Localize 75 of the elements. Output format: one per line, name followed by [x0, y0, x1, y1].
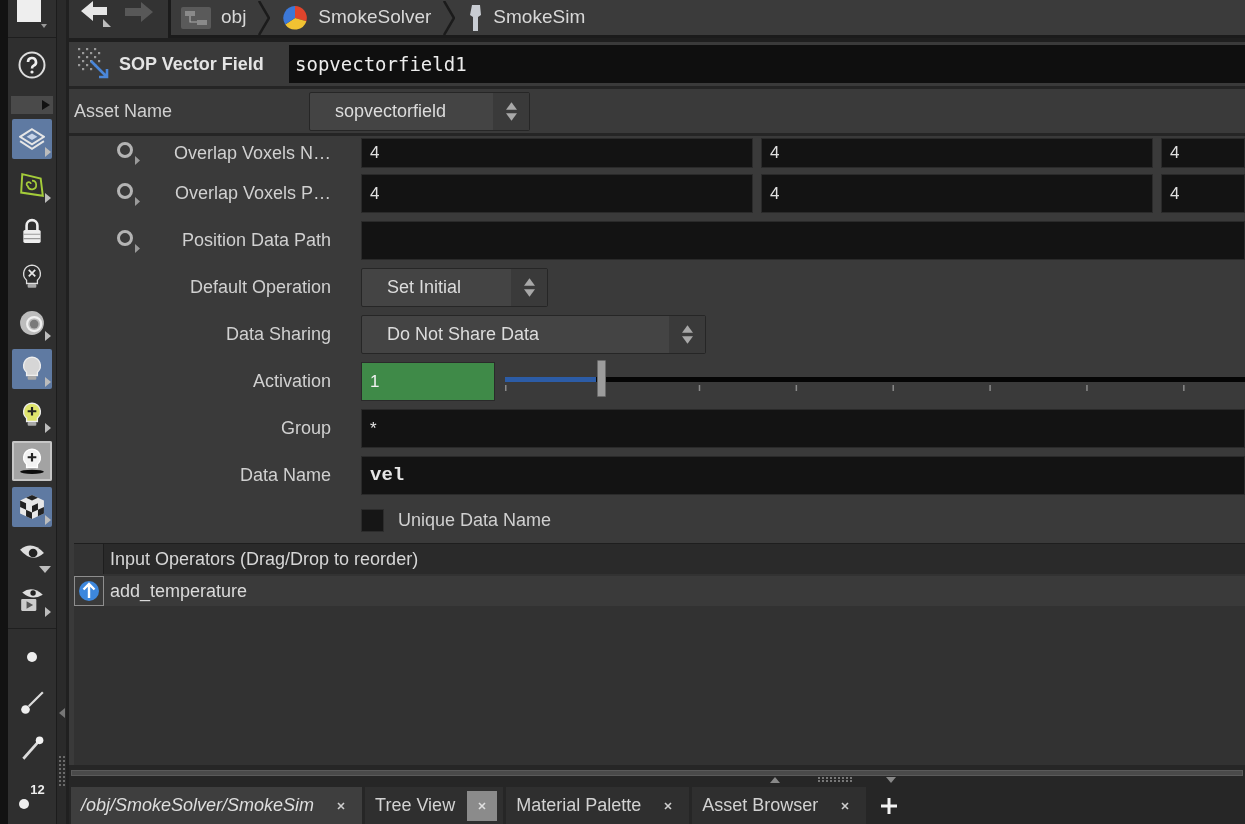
dots-arrow-icon [77, 47, 111, 81]
grip-icon[interactable] [58, 756, 65, 786]
close-icon [337, 801, 346, 810]
close-tab-button[interactable] [467, 790, 498, 821]
right-arrow-icon [125, 2, 153, 22]
slider-handle[interactable] [597, 359, 607, 397]
collapse-arrow-icon[interactable] [58, 708, 65, 718]
parameter-label: Overlap Voxels P… [173, 182, 331, 205]
number-field[interactable]: 4 [361, 174, 753, 213]
left-arrow-icon [81, 1, 111, 27]
node-name-field[interactable]: sopvectorfield1 [289, 45, 1245, 83]
up-down-arrows-icon [681, 325, 693, 344]
text-field[interactable] [361, 221, 1245, 260]
number-field[interactable]: 4 [761, 138, 1153, 168]
close-icon [478, 801, 487, 810]
number-field[interactable]: 4 [1161, 174, 1245, 213]
bulb-plus-icon [19, 448, 45, 474]
close-icon [664, 801, 673, 810]
dot-icon [27, 652, 37, 662]
tab[interactable]: /obj/SmokeSolver/SmokeSim [71, 787, 363, 824]
sphere-icon [19, 310, 45, 336]
operator-name: add_temperature [110, 579, 248, 604]
scroll-bar[interactable] [71, 770, 1243, 776]
layers-icon [19, 126, 45, 152]
ring-icon[interactable] [116, 181, 140, 206]
checkbox[interactable] [361, 508, 384, 532]
up-triangle-icon[interactable] [770, 776, 780, 783]
number-field[interactable]: 4 [761, 174, 1153, 213]
figure-icon [467, 4, 484, 31]
down-triangle-icon[interactable] [886, 776, 896, 783]
triangle-right-icon [42, 100, 50, 110]
checkbox-label: Unique Data Name [398, 508, 552, 532]
asset-name-label: Asset Name [73, 99, 174, 123]
parameter-label: Activation [251, 370, 331, 393]
ring-icon[interactable] [116, 141, 140, 165]
ring-icon[interactable] [116, 228, 140, 253]
number-field[interactable]: 4 [361, 138, 753, 168]
tab[interactable]: Material Palette [506, 787, 690, 824]
up-down-arrows-icon [523, 278, 535, 297]
node-type-label: SOP Vector Field [119, 52, 265, 76]
tool-button[interactable]: 12 [12, 775, 52, 815]
parameter-label: Group [279, 417, 331, 440]
tab[interactable]: Tree View [365, 787, 504, 824]
ball-icon [19, 799, 30, 809]
parameter-label: Default Operation [188, 276, 331, 299]
tool-button[interactable] [12, 487, 52, 527]
path-crumb[interactable]: SmokeSim [467, 0, 586, 35]
path-crumb[interactable]: obj [181, 0, 247, 35]
path-crumb[interactable]: SmokeSolver [282, 0, 432, 35]
camera-play-icon [19, 586, 45, 612]
number-field[interactable]: 4 [1161, 138, 1245, 168]
tab[interactable]: Asset Browser [692, 787, 867, 824]
parameter-label: Overlap Voxels N… [172, 141, 331, 165]
text-field[interactable]: * [361, 409, 1245, 448]
help-icon[interactable] [18, 51, 46, 79]
tool-button[interactable] [12, 441, 52, 481]
brush-icon [19, 690, 45, 716]
grip-icon[interactable] [818, 777, 854, 782]
menu-dropdown[interactable]: Do Not Share Data [361, 315, 706, 354]
parameter-label: Data Name [238, 464, 331, 487]
plus-icon [880, 796, 899, 815]
number-field[interactable]: 1 [361, 362, 495, 401]
up-down-arrows-icon [505, 101, 517, 121]
menu-dropdown[interactable]: Set Initial [361, 268, 548, 307]
color-wheel-icon [282, 4, 309, 31]
operator-row[interactable]: add_temperature [74, 576, 1245, 606]
checkered-cube-icon [19, 494, 45, 520]
network-icon [181, 6, 211, 29]
parameter-label: Position Data Path [180, 229, 331, 252]
parameter-label: Data Sharing [224, 323, 331, 346]
back-button[interactable] [81, 1, 111, 27]
text-field[interactable]: vel [361, 456, 1245, 495]
close-icon [841, 801, 850, 810]
asset-dropdown[interactable]: sopvectorfield [309, 91, 530, 131]
page-icon[interactable] [17, 0, 47, 28]
